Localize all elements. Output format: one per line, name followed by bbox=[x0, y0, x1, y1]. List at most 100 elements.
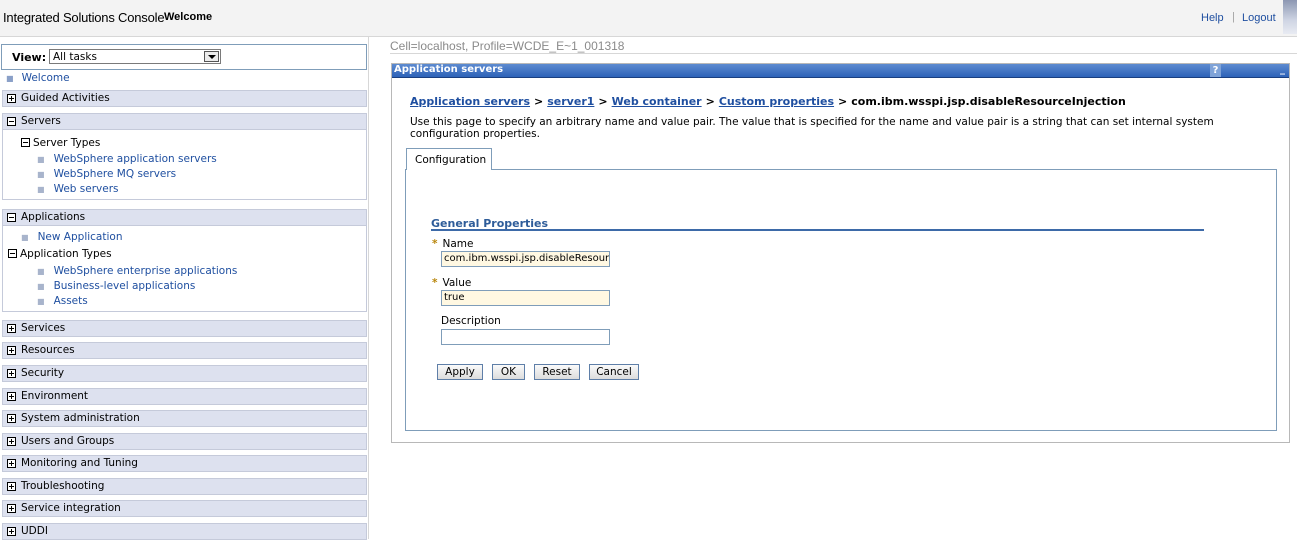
name-field[interactable]: com.ibm.wsspi.jsp.disableResourceInjecti… bbox=[441, 251, 610, 267]
breadcrumb-separator: > bbox=[838, 95, 848, 108]
value-field[interactable]: true bbox=[441, 290, 610, 306]
description-field[interactable] bbox=[441, 329, 610, 345]
expand-icon[interactable] bbox=[7, 482, 16, 491]
value-label: * Value bbox=[432, 277, 471, 289]
ok-button[interactable]: OK bbox=[492, 364, 525, 380]
logout-link[interactable]: Logout bbox=[1242, 12, 1276, 24]
nav-category-system-administration[interactable]: System administration bbox=[2, 410, 367, 427]
nav-category-troubleshooting[interactable]: Troubleshooting bbox=[2, 478, 367, 495]
breadcrumb-separator: > bbox=[705, 95, 715, 108]
nav-link-new-application[interactable]: ■ New Application bbox=[21, 231, 122, 243]
nav-category-label: Service integration bbox=[21, 502, 121, 514]
minimize-button[interactable]: _ bbox=[1222, 64, 1289, 77]
nav-link-label: Assets bbox=[53, 295, 88, 307]
banner-separator: | bbox=[1232, 11, 1235, 23]
cell-info-divider bbox=[390, 53, 1297, 54]
nav-category-label: Services bbox=[21, 322, 66, 334]
expand-icon[interactable] bbox=[7, 504, 16, 513]
nav-link-websphere-enterprise-applications[interactable]: ■ WebSphere enterprise applications bbox=[37, 265, 237, 277]
expand-icon[interactable] bbox=[7, 459, 16, 468]
required-icon: * bbox=[432, 277, 438, 289]
expand-icon[interactable] bbox=[7, 414, 16, 423]
nav-link-label: WebSphere MQ servers bbox=[53, 168, 177, 180]
servers-subtree: Server Types ■ WebSphere application serv… bbox=[2, 130, 367, 200]
nav-link-web-servers[interactable]: ■ Web servers bbox=[37, 183, 119, 195]
breadcrumb-web-container[interactable]: Web container bbox=[612, 95, 702, 108]
banner-divider bbox=[0, 36, 1297, 37]
apply-button[interactable]: Apply bbox=[437, 364, 483, 380]
nav-welcome-link[interactable]: ■ Welcome bbox=[6, 72, 70, 84]
name-label: * Name bbox=[432, 238, 473, 250]
server-types-group[interactable]: Server Types bbox=[21, 137, 100, 149]
navigation-tree: View: All tasks ■ Welcome Guided Activiti… bbox=[0, 44, 368, 540]
nav-link-label: New Application bbox=[37, 231, 123, 243]
nav-category-environment[interactable]: Environment bbox=[2, 388, 367, 405]
help-link[interactable]: Help bbox=[1201, 12, 1224, 24]
nav-category-guided-activities[interactable]: Guided Activities bbox=[2, 90, 367, 107]
nav-divider bbox=[368, 37, 369, 539]
expand-icon[interactable] bbox=[7, 94, 16, 103]
nav-category-label: Resources bbox=[21, 344, 75, 356]
nav-category-monitoring-and-tuning[interactable]: Monitoring and Tuning bbox=[2, 455, 367, 472]
nav-category-services[interactable]: Services bbox=[2, 320, 367, 337]
nav-category-label: Security bbox=[21, 367, 65, 379]
nav-category-label: Environment bbox=[21, 390, 89, 402]
collapse-icon[interactable] bbox=[8, 249, 17, 258]
cancel-button[interactable]: Cancel bbox=[589, 364, 639, 380]
nav-category-label: Guided Activities bbox=[21, 92, 110, 104]
nav-category-label: System administration bbox=[21, 412, 140, 424]
nav-category-servers[interactable]: Servers bbox=[2, 113, 367, 130]
breadcrumb-current: com.ibm.wsspi.jsp.disableResourceInjecti… bbox=[851, 95, 1126, 108]
name-label-text: Name bbox=[442, 238, 474, 250]
view-select[interactable]: All tasks bbox=[49, 49, 221, 64]
nav-link-websphere-application-servers[interactable]: ■ WebSphere application servers bbox=[37, 153, 217, 165]
nav-category-resources[interactable]: Resources bbox=[2, 342, 367, 359]
bullet-icon: ■ bbox=[37, 170, 45, 179]
nav-category-security[interactable]: Security bbox=[2, 365, 367, 382]
nav-link-label: WebSphere enterprise applications bbox=[53, 265, 238, 277]
breadcrumb-server1[interactable]: server1 bbox=[547, 95, 594, 108]
breadcrumb: Application servers > server1 > Web containe… bbox=[410, 95, 1126, 108]
tab-configuration[interactable]: Configuration bbox=[406, 148, 492, 170]
help-icon[interactable]: ? bbox=[1210, 64, 1221, 77]
expand-icon[interactable] bbox=[7, 527, 16, 536]
view-select-value: All tasks bbox=[53, 51, 97, 63]
breadcrumb-separator: > bbox=[598, 95, 608, 108]
value-label-text: Value bbox=[442, 277, 472, 289]
collapse-icon[interactable] bbox=[7, 213, 16, 222]
breadcrumb-custom-properties[interactable]: Custom properties bbox=[719, 95, 834, 108]
expand-icon[interactable] bbox=[7, 346, 16, 355]
nav-category-applications[interactable]: Applications bbox=[2, 209, 367, 226]
top-banner: Integrated Solutions Console Welcome Hel… bbox=[0, 0, 1297, 36]
collapse-icon[interactable] bbox=[7, 117, 16, 126]
nav-link-assets[interactable]: ■ Assets bbox=[37, 295, 88, 307]
reset-button[interactable]: Reset bbox=[534, 364, 580, 380]
nav-link-business-level-applications[interactable]: ■ Business-level applications bbox=[37, 280, 195, 292]
nav-welcome-label: Welcome bbox=[21, 72, 70, 84]
nav-category-users-and-groups[interactable]: Users and Groups bbox=[2, 433, 367, 450]
application-servers-portlet: Application servers ? _ Application serv… bbox=[391, 63, 1290, 443]
application-types-group[interactable]: Application Types bbox=[8, 248, 112, 260]
applications-subtree: ■ New Application Application Types ■ WebS… bbox=[2, 226, 367, 312]
expand-icon[interactable] bbox=[7, 324, 16, 333]
view-filter: View: All tasks bbox=[1, 44, 367, 70]
chevron-down-icon[interactable] bbox=[204, 51, 219, 62]
expand-icon[interactable] bbox=[7, 369, 16, 378]
welcome-text: Welcome bbox=[164, 11, 213, 23]
nav-link-websphere-mq-servers[interactable]: ■ WebSphere MQ servers bbox=[37, 168, 176, 180]
nav-category-service-integration[interactable]: Service integration bbox=[2, 500, 367, 517]
bullet-icon: ■ bbox=[37, 185, 45, 194]
bullet-icon: ■ bbox=[21, 233, 29, 242]
nav-category-uddi[interactable]: UDDI bbox=[2, 523, 367, 540]
expand-icon[interactable] bbox=[7, 392, 16, 401]
tab-label: Configuration bbox=[415, 154, 487, 166]
ibm-logo-corner bbox=[1283, 0, 1297, 34]
application-types-label: Application Types bbox=[20, 248, 112, 260]
server-types-label: Server Types bbox=[33, 137, 101, 149]
nav-category-label: Users and Groups bbox=[21, 435, 115, 447]
expand-icon[interactable] bbox=[7, 437, 16, 446]
collapse-icon[interactable] bbox=[21, 138, 30, 147]
configuration-panel: General Properties * Name com.ibm.wsspi.j… bbox=[405, 169, 1277, 431]
breadcrumb-application-servers[interactable]: Application servers bbox=[410, 95, 530, 108]
page-description: Use this page to specify an arbitrary na… bbox=[410, 116, 1214, 140]
